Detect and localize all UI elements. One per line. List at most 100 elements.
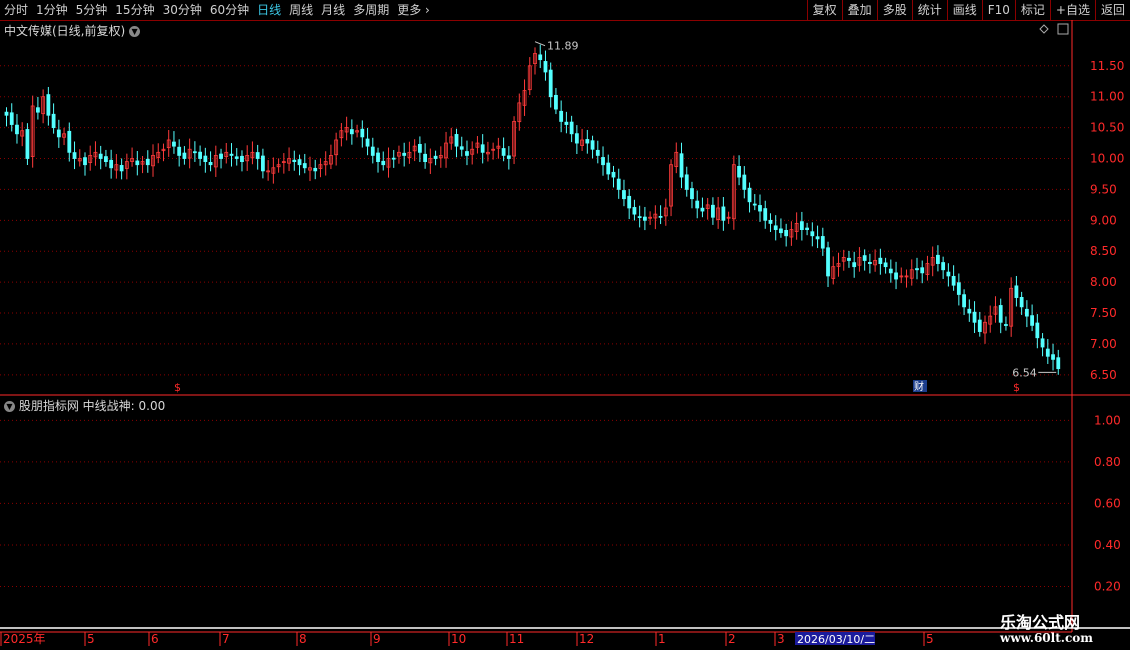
candle-body (998, 305, 1003, 323)
candle-body (585, 139, 590, 144)
candle-body (815, 236, 820, 240)
candle-body (1035, 322, 1040, 339)
candle-body (820, 236, 825, 249)
candle-body (297, 159, 302, 166)
time-label: 1 (658, 632, 666, 646)
indicator-tick-label: 0.20 (1094, 579, 1121, 593)
candle-body (690, 188, 694, 200)
candle-body (35, 107, 40, 113)
time-label: 2 (728, 632, 736, 646)
candle-body (554, 94, 558, 110)
chart-canvas[interactable]: 6.507.007.508.008.509.009.5010.0010.5011… (0, 0, 1130, 650)
candle-body (595, 149, 600, 156)
candle-body (915, 268, 919, 271)
candle-body (606, 162, 611, 175)
time-label: 5 (926, 632, 934, 646)
candle-body (465, 151, 469, 156)
candle-body (119, 165, 124, 172)
candle-body (376, 152, 380, 163)
candle-body (763, 208, 768, 221)
time-label: 2025年 (3, 632, 46, 646)
indicator-tick-label: 0.40 (1094, 538, 1121, 552)
dividend-marker: $ (174, 381, 181, 394)
candle-body (109, 159, 114, 169)
candle-body (1030, 315, 1035, 326)
price-tick-label: 8.50 (1090, 244, 1117, 258)
candle-body (742, 174, 747, 190)
candle-body (4, 111, 9, 116)
time-label: 6 (151, 632, 159, 646)
candle-body (941, 262, 946, 271)
candle-body (234, 156, 239, 159)
candle-body (810, 231, 815, 237)
candle-body (480, 144, 485, 153)
low-label: 6.54 (1012, 366, 1037, 379)
candle-body (145, 158, 150, 166)
candle-body (261, 155, 265, 172)
candle-body (349, 129, 354, 135)
candle-body (302, 163, 307, 169)
candle-body (779, 228, 783, 234)
candle-body (752, 203, 757, 206)
candle-body (1056, 357, 1061, 370)
candle-body (417, 143, 422, 153)
candle-body (695, 200, 700, 209)
candle-body (951, 275, 956, 286)
indicator-line (0, 627, 1130, 629)
time-label: 9 (373, 632, 381, 646)
candle-body (564, 121, 569, 125)
candle-body (370, 146, 375, 156)
candle-body (574, 133, 579, 144)
high-label: 11.89 (547, 40, 579, 53)
dividend-marker: $ (1013, 381, 1020, 394)
candle-body (711, 204, 715, 218)
candle-body (888, 268, 893, 274)
candle-body (459, 146, 464, 150)
candle-body (972, 311, 977, 323)
candle-body (313, 167, 318, 172)
candle-body (883, 262, 888, 268)
candle-body (198, 151, 203, 159)
candle-body (543, 61, 548, 73)
candle-body (601, 157, 605, 166)
candle-body (784, 230, 789, 237)
candle-body (679, 153, 684, 178)
candle-body (15, 124, 19, 135)
candle-body (962, 294, 966, 308)
time-label: 5 (87, 632, 95, 646)
candle-body (1024, 308, 1029, 317)
candle-body (847, 257, 851, 261)
candle-body (67, 130, 72, 153)
candle-body (229, 153, 234, 156)
candle-body (1004, 324, 1008, 326)
candle-body (51, 113, 56, 129)
watermark-url: www.60lt.com (1000, 631, 1093, 645)
candle-body (501, 148, 506, 156)
candle-body (104, 156, 108, 163)
candle-body (642, 216, 647, 221)
candle-body (700, 207, 705, 212)
candle-body (799, 221, 804, 230)
candle-body (172, 141, 176, 147)
candle-body (240, 155, 244, 163)
candle-body (360, 128, 365, 138)
candle-body (454, 134, 459, 147)
price-tick-label: 8.00 (1090, 275, 1117, 289)
candle-body (208, 161, 213, 166)
candle-body (894, 272, 898, 280)
candle-body (920, 267, 925, 274)
window-icon (1057, 23, 1069, 35)
candle-body (632, 207, 637, 215)
candle-body (56, 129, 61, 138)
candle-body (946, 271, 951, 277)
candle-body (402, 152, 407, 156)
price-tick-label: 10.50 (1090, 121, 1124, 135)
candle-body (292, 159, 297, 163)
candle-body (433, 155, 438, 159)
candle-body (611, 171, 616, 178)
candle-body (747, 187, 752, 203)
candle-body (878, 257, 883, 264)
candle-body (83, 157, 87, 166)
candle-body (852, 262, 857, 268)
candle-body (538, 54, 543, 61)
